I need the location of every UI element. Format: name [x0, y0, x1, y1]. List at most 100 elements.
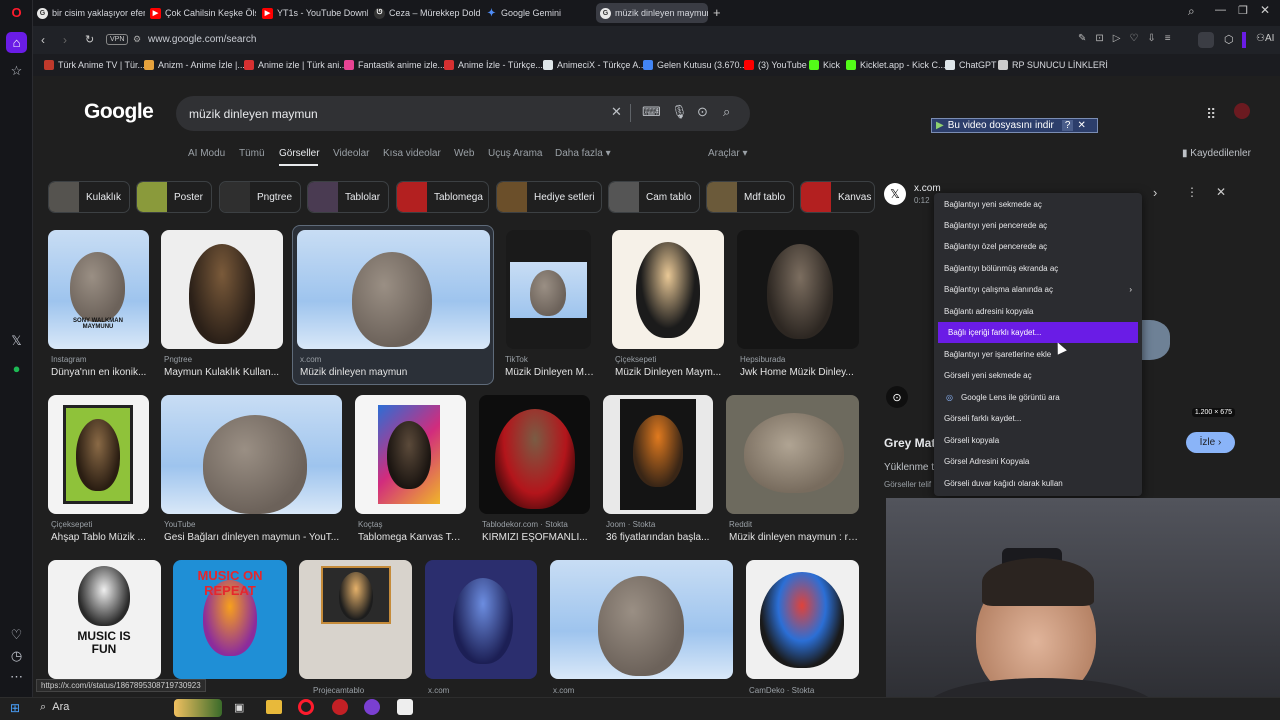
x-twitter-icon[interactable]: 𝕏 — [6, 330, 27, 351]
menu-open-image-new-tab[interactable]: Görseli yeni sekmede aç — [934, 365, 1142, 386]
menu-copy-image[interactable]: Görseli kopyala — [934, 430, 1142, 451]
result-image[interactable] — [161, 395, 342, 514]
chip-glass-painting[interactable]: Cam tablo — [608, 181, 700, 213]
weather-widget-icon[interactable] — [174, 699, 222, 717]
microphone-icon[interactable]: 🎙 — [671, 104, 688, 120]
discord-icon[interactable] — [364, 699, 380, 715]
menu-copy-image-address[interactable]: Görsel Adresini Kopyala — [934, 451, 1142, 472]
tab-more[interactable]: Daha fazla ▾ — [555, 148, 611, 159]
help-icon[interactable]: ? — [1061, 120, 1074, 131]
reload-icon[interactable]: ↻ — [85, 33, 94, 46]
tab-short-videos[interactable]: Kısa videolar — [383, 148, 441, 159]
bookmark-item[interactable]: (3) YouTube — [744, 58, 807, 72]
next-icon[interactable]: › — [1153, 185, 1157, 200]
file-explorer-icon[interactable] — [266, 700, 282, 714]
opera-logo-icon[interactable]: O — [6, 2, 27, 23]
result-title[interactable]: Müzik dinleyen maymun — [300, 367, 488, 378]
result-title[interactable]: Ahşap Tablo Müzik ... — [51, 532, 149, 543]
new-tab-button[interactable]: + — [713, 5, 721, 20]
result-title[interactable]: Müzik Dinleyen Ma... — [505, 367, 597, 378]
menu-bookmark-link[interactable]: Bağlantıyı yer işaretlerine ekle — [934, 344, 1142, 365]
tab-active[interactable]: Gmüzik dinleyen maymun — [596, 3, 708, 23]
result-image[interactable]: MUSIC ON REPEAT — [173, 560, 287, 679]
result-image[interactable] — [425, 560, 537, 679]
result-image[interactable] — [48, 395, 149, 514]
extensions-icon[interactable]: ⬡ — [1224, 33, 1234, 46]
chip-poster[interactable]: Poster — [136, 181, 212, 213]
result-image[interactable] — [737, 230, 859, 349]
chip-headphones[interactable]: Kulaklık — [48, 181, 130, 213]
tools-button[interactable]: Araçlar ▾ — [708, 148, 748, 159]
tab-3[interactable]: ▶YT1s - YouTube Downloade — [262, 3, 368, 23]
search-input[interactable]: müzik dinleyen maymun — [189, 107, 318, 121]
spotify-icon[interactable]: ● — [6, 358, 27, 379]
result-image[interactable] — [355, 395, 466, 514]
opera-gx-icon[interactable] — [332, 699, 348, 715]
tab-1[interactable]: Gbir cisim yaklaşıyor efendi — [37, 3, 145, 23]
result-image[interactable] — [161, 230, 283, 349]
result-image[interactable] — [506, 230, 591, 349]
site-info-icon[interactable]: ⚙ — [133, 34, 141, 45]
profile-icon[interactable] — [1198, 32, 1214, 48]
menu-open-split-screen[interactable]: Bağlantıyı bölünmüş ekranda aç — [934, 258, 1142, 279]
result-title[interactable]: KIRMIZI EŞOFMANLI... — [482, 532, 590, 543]
tab-5[interactable]: ✦ Google Gemini — [486, 3, 586, 23]
result-image[interactable] — [612, 230, 724, 349]
lens-icon[interactable]: ⊙ — [697, 104, 708, 120]
result-image[interactable]: SONY WALKMAN MAYMUNU — [48, 230, 149, 349]
maximize-button[interactable]: ❐ — [1238, 4, 1248, 17]
result-title[interactable]: Tablomega Kanvas Ta... — [358, 532, 464, 543]
back-icon[interactable]: ‹ — [41, 33, 45, 47]
minimize-button[interactable]: — — [1215, 4, 1226, 16]
tab-web[interactable]: Web — [454, 148, 474, 159]
bookmark-item[interactable]: Gelen Kutusu (3.670... — [643, 58, 747, 72]
clear-icon[interactable]: ✕ — [611, 104, 622, 120]
tab-all[interactable]: Tümü — [239, 148, 265, 159]
bookmark-item[interactable]: Kicklet.app - Kick C... — [846, 58, 946, 72]
result-title[interactable]: Müzik Dinleyen Maym... — [615, 367, 723, 378]
preview-title[interactable]: Grey Mat — [884, 436, 935, 450]
menu-open-private-window[interactable]: Bağlantıyı özel pencerede aç — [934, 236, 1142, 257]
ai-button[interactable]: ⚇AI — [1256, 33, 1274, 44]
menu-google-lens[interactable]: ◎ Google Lens ile görüntü ara — [934, 387, 1142, 408]
heart-icon[interactable]: ♡ — [6, 624, 27, 645]
tab-images[interactable]: Görseller — [279, 148, 320, 159]
result-image[interactable] — [746, 560, 859, 679]
result-image[interactable]: MUSIC IS FUN — [48, 560, 161, 679]
result-image[interactable] — [603, 395, 713, 514]
result-image[interactable] — [297, 230, 490, 349]
bookmark-item[interactable]: Anime izle | Türk ani... — [244, 58, 347, 72]
close-icon[interactable]: ✕ — [1216, 185, 1226, 199]
menu-save-linked-content[interactable]: Bağlı içeriği farklı kaydet... — [938, 322, 1138, 343]
result-title[interactable]: Maymun Kulaklık Kullan... — [164, 367, 282, 378]
more-icon[interactable]: ⋯ — [6, 666, 27, 687]
tab-ai-mode[interactable]: AI Modu — [188, 148, 225, 159]
download-video-banner[interactable]: ▶ Bu video dosyasını indir ? ✕ — [931, 118, 1098, 133]
chip-paintings[interactable]: Tablolar — [307, 181, 389, 213]
result-title[interactable]: 36 fiyatlarından başla... — [606, 532, 714, 543]
close-icon[interactable]: ✕ — [1077, 120, 1085, 131]
chip-tablomega[interactable]: Tablomega — [396, 181, 489, 213]
menu-open-workspace[interactable]: Bağlantıyı çalışma alanında aç › — [934, 279, 1142, 300]
chip-gift-sets[interactable]: Hediye setleri — [496, 181, 602, 213]
avatar[interactable] — [1234, 103, 1250, 119]
apps-grid-icon[interactable]: ⠿ — [1206, 106, 1216, 123]
saved-button[interactable]: ▮ Kaydedilenler — [1182, 148, 1251, 159]
taskbar-search[interactable]: ⌕ Ara — [40, 701, 69, 714]
app-icon[interactable] — [397, 699, 413, 715]
menu-set-wallpaper[interactable]: Görseli duvar kağıdı olarak kullan — [934, 473, 1142, 494]
close-window-button[interactable]: ✕ — [1260, 3, 1270, 17]
chip-canvas[interactable]: Kanvas — [800, 181, 875, 213]
windows-start-icon[interactable]: ⊞ — [10, 701, 20, 715]
result-image[interactable] — [726, 395, 859, 514]
menu-open-new-window[interactable]: Bağlantıyı yeni pencerede aç — [934, 215, 1142, 236]
bookmark-item[interactable]: Fantastik anime izle... — [344, 58, 445, 72]
search-icon[interactable]: ⌕ — [723, 104, 730, 120]
history-icon[interactable]: ◷ — [6, 645, 27, 666]
bookmark-item[interactable]: Anizm - Anime İzle |... — [144, 58, 245, 72]
lens-search-icon[interactable]: ⊙ — [886, 386, 908, 408]
watch-button[interactable]: İzle › — [1186, 432, 1235, 453]
bookmark-item[interactable]: AnimeciX - Türkçe A... — [543, 58, 646, 72]
vpn-badge[interactable]: VPN — [106, 34, 129, 45]
home-icon[interactable]: ⌂ — [6, 32, 27, 53]
